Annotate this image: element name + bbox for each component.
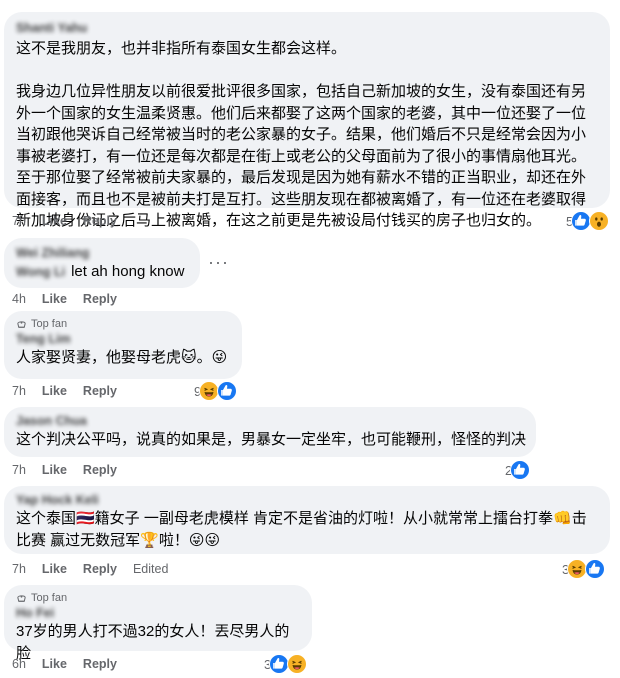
reply-button[interactable]: Reply bbox=[83, 214, 117, 228]
badge-label: Top fan bbox=[31, 592, 68, 604]
comment-author[interactable]: Jason Chua bbox=[16, 413, 526, 429]
like-button[interactable]: Like bbox=[42, 214, 67, 228]
comment-body: Wong Li let ah hong know bbox=[16, 261, 190, 283]
comment-text: 这个判决公平吗，说真的如果是，男暴女一定坐牢，也可能鞭刑，怪怪的判决 bbox=[16, 431, 527, 448]
reaction-summary[interactable]: 3 bbox=[562, 559, 606, 579]
reaction-summary[interactable]: 3 bbox=[264, 654, 308, 674]
wow-icon bbox=[589, 211, 610, 231]
comment-actions: 7h Like Reply bbox=[12, 463, 117, 477]
haha-icon bbox=[287, 654, 308, 674]
comment-timestamp[interactable]: 7h bbox=[12, 214, 26, 228]
more-options-icon[interactable]: ··· bbox=[208, 252, 229, 273]
like-icon bbox=[585, 559, 606, 579]
comment-text: 这不是我朋友，也并非指所有泰国女生都会这样。 我身边几位异性朋友以前很爱批评很多… bbox=[16, 40, 587, 229]
like-button[interactable]: Like bbox=[42, 292, 67, 306]
haha-icon bbox=[567, 559, 588, 579]
like-icon bbox=[571, 211, 592, 231]
reaction-summary[interactable]: 2 bbox=[505, 460, 531, 480]
reaction-summary[interactable]: 5 bbox=[566, 211, 610, 231]
top-fan-icon bbox=[16, 593, 27, 604]
like-button[interactable]: Like bbox=[42, 384, 67, 398]
comment-bubble: Shanti Yahu 这不是我朋友，也并非指所有泰国女生都会这样。 我身边几位… bbox=[4, 12, 610, 229]
reply-button[interactable]: Reply bbox=[83, 562, 117, 576]
comment-timestamp[interactable]: 7h bbox=[12, 463, 26, 477]
like-button[interactable]: Like bbox=[42, 562, 67, 576]
comment-actions: 7h Like Reply Edited bbox=[12, 562, 168, 576]
comment-actions: 7h Like Reply bbox=[12, 384, 117, 398]
comment-text: 人家娶贤妻，他娶母老虎🐱。😜 bbox=[16, 349, 228, 366]
comment-author[interactable]: Yap Hock Keli bbox=[16, 492, 600, 508]
comment-bubble: Yap Hock Keli 这个泰国🇹🇭籍女子 一副母老虎模样 肯定不是省油的灯… bbox=[4, 486, 610, 554]
reply-button[interactable]: Reply bbox=[83, 657, 117, 671]
comment-timestamp[interactable]: 6h bbox=[12, 657, 26, 671]
comment-author[interactable]: Ho Fei bbox=[16, 605, 302, 621]
reply-button[interactable]: Reply bbox=[83, 384, 117, 398]
like-icon bbox=[269, 654, 290, 674]
mention-tag[interactable]: Wong Li bbox=[16, 264, 65, 280]
comment-bubble: Wei Zhiliang Wong Li let ah hong know bbox=[4, 238, 200, 288]
top-fan-badge: Top fan bbox=[16, 591, 302, 605]
badge-label: Top fan bbox=[31, 318, 68, 330]
comment-timestamp[interactable]: 7h bbox=[12, 384, 26, 398]
comment-author[interactable]: Teng Lim bbox=[16, 331, 232, 347]
comment-timestamp[interactable]: 7h bbox=[12, 562, 26, 576]
comment-timestamp[interactable]: 4h bbox=[12, 292, 26, 306]
top-fan-icon bbox=[16, 319, 27, 330]
reply-button[interactable]: Reply bbox=[83, 292, 117, 306]
like-button[interactable]: Like bbox=[42, 463, 67, 477]
top-fan-badge: Top fan bbox=[16, 317, 232, 331]
reaction-summary[interactable]: 9 bbox=[194, 381, 238, 401]
comment-text: let ah hong know bbox=[71, 263, 185, 280]
comment-bubble: Jason Chua 这个判决公平吗，说真的如果是，男暴女一定坐牢，也可能鞭刑，… bbox=[4, 407, 536, 457]
like-button[interactable]: Like bbox=[42, 657, 67, 671]
comment-bubble: Top fan Ho Fei 37岁的男人打不過32的女人！丟尽男人的脸 bbox=[4, 585, 312, 662]
like-icon bbox=[217, 381, 238, 401]
comment-bubble: Top fan Teng Lim 人家娶贤妻，他娶母老虎🐱。😜 bbox=[4, 311, 242, 379]
like-icon bbox=[510, 460, 531, 480]
comment-actions: 4h Like Reply bbox=[12, 292, 117, 306]
reply-button[interactable]: Reply bbox=[83, 463, 117, 477]
comment-author[interactable]: Wei Zhiliang bbox=[16, 245, 190, 261]
comment-actions: 6h Like Reply bbox=[12, 657, 117, 671]
haha-icon bbox=[199, 381, 220, 401]
comment-author[interactable]: Shanti Yahu bbox=[16, 20, 600, 36]
edited-label: Edited bbox=[132, 562, 169, 576]
comment-text: 这个泰国🇹🇭籍女子 一副母老虎模样 肯定不是省油的灯啦！从小就常常上擂台打拳👊击… bbox=[16, 510, 587, 549]
comment-actions: 7h Like Reply bbox=[12, 214, 117, 228]
